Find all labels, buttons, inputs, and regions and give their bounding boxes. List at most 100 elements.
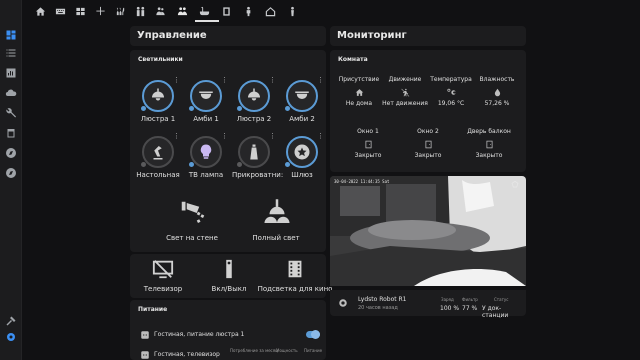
light-state-dot: [237, 106, 242, 111]
robot-vacuum-icon: [339, 299, 347, 307]
power-toggle-button[interactable]: Вкл/Выкл: [196, 254, 262, 298]
filter-value: 77 %: [462, 305, 478, 312]
light-tile[interactable]: ⋮ Амби 1: [184, 77, 228, 124]
logbook-icon[interactable]: [4, 46, 18, 60]
wall-sconce-icon: [181, 201, 205, 223]
wall-light-label: Свет на стене: [166, 234, 218, 242]
light-label: Люстра 2: [236, 115, 272, 123]
sensor-name: Окно 1: [357, 128, 379, 135]
sidebar: [0, 0, 22, 360]
light-ring: [190, 136, 222, 168]
fan-icon[interactable]: [93, 4, 107, 18]
compass-icon[interactable]: [4, 146, 18, 160]
window-2-sensor[interactable]: Окно 2 Закрыто: [395, 128, 461, 162]
movie-backlight-label: Подсветка для кино: [257, 285, 333, 293]
balcony-door-sensor[interactable]: Дверь балкон Закрыто: [456, 128, 522, 162]
settings-icon[interactable]: [4, 330, 18, 344]
more-options-icon[interactable]: ⋮: [317, 133, 324, 140]
section-header-control: Управление: [130, 26, 326, 46]
chandelier-icon: [152, 88, 164, 101]
more-options-icon[interactable]: ⋮: [221, 133, 228, 140]
status-value: У док-станции: [482, 305, 509, 319]
humidity-sensor[interactable]: Влажность 57,26 %: [464, 76, 530, 110]
sensor-value: Закрыто: [354, 152, 382, 159]
camera-timestamp: 30-04-2022 11:44:35 Sat: [334, 179, 390, 184]
light-ring: [142, 136, 174, 168]
hammer-icon[interactable]: [4, 314, 18, 328]
light-state-dot: [237, 162, 242, 167]
light-ring: [190, 80, 222, 112]
people-icon-active[interactable]: [175, 4, 189, 18]
wall-light-button[interactable]: Свет на стене: [154, 196, 230, 248]
socket-icon: [141, 331, 149, 339]
vacuum-card[interactable]: Lydsto Robot R1 20 часов назад Заряд 100…: [330, 290, 526, 319]
light-tile[interactable]: ⋮ Шлюз: [280, 133, 324, 180]
tv-button[interactable]: Телевизор: [130, 254, 196, 298]
wrench-icon[interactable]: [4, 106, 18, 120]
tv-off-icon: [152, 260, 174, 279]
filter-label: Фильтр: [462, 297, 478, 302]
more-options-icon[interactable]: ⋮: [173, 77, 180, 84]
dashboard-icon[interactable]: [4, 28, 18, 42]
camera-feed[interactable]: 30-04-2022 11:44:35 Sat: [330, 176, 526, 286]
motion-sensor-off-icon: [400, 88, 409, 97]
light-tile[interactable]: ⋮ ТВ лампа: [184, 133, 228, 180]
light-tile[interactable]: ⋮ Прикроватни:: [232, 133, 283, 180]
more-options-icon[interactable]: ⋮: [269, 133, 276, 140]
keyboard-icon[interactable]: [53, 4, 67, 18]
power-row: Гостиная, телевизор Потребление за месяц…: [134, 348, 322, 360]
light-ring: [142, 80, 174, 112]
more-options-icon[interactable]: ⋮: [173, 133, 180, 140]
family-icon[interactable]: [133, 4, 147, 18]
camera-menu-icon[interactable]: [510, 180, 520, 190]
battery-label: Заряд: [441, 297, 454, 302]
sensor-value: 57,26 %: [484, 100, 510, 107]
lights-card-title: Светильники: [138, 56, 183, 63]
remote-icon: [226, 259, 232, 279]
door-closed-icon: [486, 140, 492, 149]
movie-backlight-button[interactable]: Подсветка для кино: [258, 254, 332, 298]
vacuum-last-updated: 20 часов назад: [358, 305, 398, 311]
light-label: Люстра 1: [140, 115, 176, 123]
person-icon[interactable]: [285, 4, 299, 18]
light-ring: [286, 136, 318, 168]
pendant-lights-icon: [264, 199, 290, 223]
window-closed-icon: [425, 140, 431, 149]
kid-icon[interactable]: [241, 4, 255, 18]
column-consumption: Потребление за месяц: [230, 348, 278, 353]
home-icon[interactable]: [33, 4, 47, 18]
light-tile[interactable]: ⋮ Настольная: [136, 133, 180, 180]
garland-icon[interactable]: [113, 4, 127, 18]
light-state-dot: [141, 106, 146, 111]
history-icon[interactable]: [4, 66, 18, 80]
water-percent-icon: [494, 88, 500, 97]
tv-card: Телевизор Вкл/Выкл Подсветка для кино: [130, 254, 332, 298]
more-options-icon[interactable]: ⋮: [269, 77, 276, 84]
window-1-sensor[interactable]: Окно 1 Закрыто: [335, 128, 401, 162]
power-row: Гостиная, питание люстра 1: [134, 328, 322, 342]
light-tile[interactable]: ⋮ Люстра 1: [136, 77, 180, 124]
power-row-label: Гостиная, телевизор: [154, 351, 220, 358]
compass-icon-2[interactable]: [4, 166, 18, 180]
more-options-icon[interactable]: ⋮: [221, 77, 228, 84]
light-label: Амби 1: [193, 115, 219, 123]
home-outline-icon: [355, 89, 363, 96]
house-icon[interactable]: [263, 4, 277, 18]
light-tile[interactable]: ⋮ Амби 2: [280, 77, 324, 124]
chandelier-icon: [248, 88, 260, 101]
people-icon[interactable]: [153, 4, 167, 18]
cloud-icon[interactable]: [4, 86, 18, 100]
light-label: ТВ лампа: [188, 171, 224, 179]
tv-remote-icon[interactable]: [73, 4, 87, 18]
bulb-icon: [200, 144, 212, 159]
full-light-button[interactable]: Полный свет: [238, 196, 314, 248]
light-state-dot: [285, 106, 290, 111]
power-toggle[interactable]: [306, 330, 320, 339]
calendar-icon[interactable]: [4, 126, 18, 140]
active-tab-indicator: [195, 20, 219, 22]
more-options-icon[interactable]: ⋮: [317, 77, 324, 84]
view-tabs: [22, 0, 640, 22]
light-tile[interactable]: ⋮ Люстра 2: [232, 77, 276, 124]
bathtub-icon[interactable]: [197, 4, 211, 18]
robot-vacuum-icon[interactable]: [219, 4, 233, 18]
